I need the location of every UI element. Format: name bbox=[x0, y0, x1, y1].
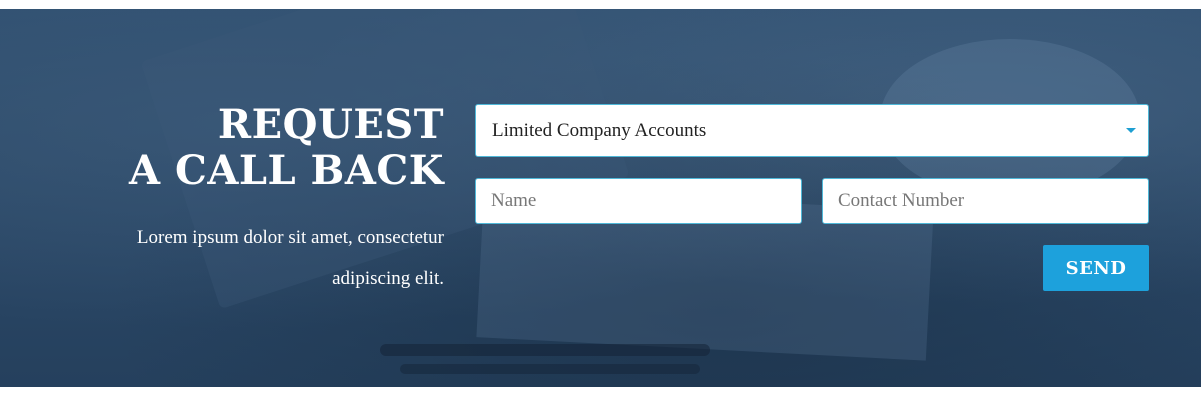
name-input[interactable] bbox=[475, 178, 802, 224]
service-select-value: Limited Company Accounts bbox=[492, 119, 707, 141]
callback-banner: REQUEST A CALL BACK Lorem ipsum dolor si… bbox=[0, 9, 1201, 387]
service-select[interactable]: Limited Company Accounts bbox=[475, 104, 1149, 157]
send-button[interactable]: SEND bbox=[1043, 245, 1149, 291]
contact-number-input[interactable] bbox=[822, 178, 1149, 224]
heading-line-2: A CALL BACK bbox=[129, 147, 444, 194]
heading-line-1: REQUEST bbox=[217, 101, 444, 148]
callback-heading: REQUEST A CALL BACK bbox=[129, 102, 444, 194]
caret-down-icon bbox=[1126, 128, 1136, 133]
callback-description: Lorem ipsum dolor sit amet, consectetur … bbox=[136, 227, 444, 289]
callback-content: REQUEST A CALL BACK Lorem ipsum dolor si… bbox=[0, 9, 1201, 387]
